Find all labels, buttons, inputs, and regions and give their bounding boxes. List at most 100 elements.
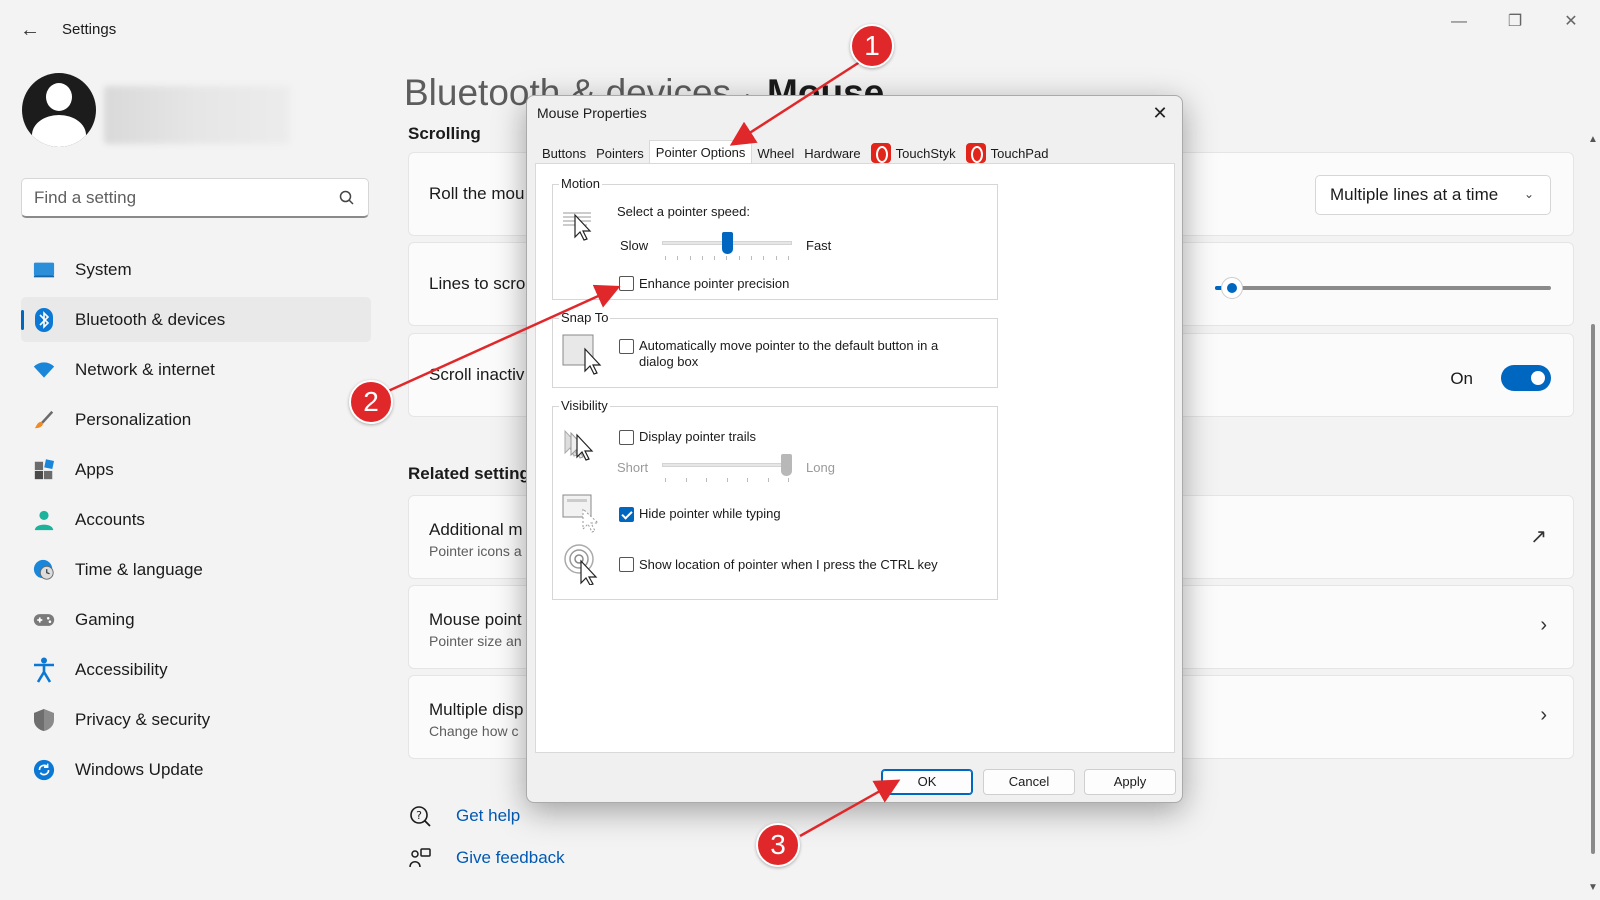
sidebar-item-label: Accounts	[75, 509, 145, 529]
close-window-icon[interactable]: ✕	[1548, 8, 1594, 36]
visibility-group: Visibility Display pointer trails Short …	[552, 398, 998, 600]
enhance-precision-checkbox[interactable]	[619, 276, 634, 291]
snap-to-label-line2[interactable]: dialog box	[639, 354, 698, 370]
pointer-trails-checkbox[interactable]	[619, 430, 634, 445]
get-help-label: Get help	[456, 806, 521, 825]
scrollbar[interactable]: ▲ ▼	[1586, 130, 1600, 900]
annotation-marker-2: 2	[349, 380, 393, 424]
apply-button[interactable]: Apply	[1084, 769, 1176, 795]
scroll-inactive-toggle[interactable]	[1501, 365, 1551, 391]
trails-length-slider	[662, 463, 792, 467]
clock-globe-icon	[33, 559, 55, 581]
shield-icon	[33, 708, 55, 731]
scroll-mode-dropdown[interactable]: Multiple lines at a time ⌄	[1315, 175, 1551, 215]
cancel-button[interactable]: Cancel	[983, 769, 1075, 795]
tab-touchpad[interactable]: TouchPad	[961, 142, 1054, 164]
sidebar-item-network[interactable]: Network & internet	[21, 347, 371, 392]
hide-pointer-icon	[562, 494, 600, 533]
external-link-icon[interactable]: ↗	[1530, 524, 1547, 549]
sidebar-nav: System Bluetooth & devices Network & int…	[21, 247, 371, 797]
tab-label: TouchStyk	[895, 145, 956, 161]
system-icon	[33, 259, 55, 281]
tab-label: TouchPad	[990, 145, 1049, 161]
scroll-thumb[interactable]	[1591, 324, 1595, 854]
setting-title: Lines to scro	[429, 274, 526, 293]
snap-to-group: Snap To Automatically move pointer to th…	[552, 310, 998, 388]
sidebar-item-label: Gaming	[75, 609, 135, 629]
fast-label: Fast	[806, 238, 832, 253]
slider-ticks	[665, 478, 789, 482]
accessibility-icon	[33, 657, 55, 683]
trails-length-thumb	[781, 454, 792, 476]
scroll-down-icon[interactable]: ▼	[1588, 882, 1598, 893]
snap-to-checkbox[interactable]	[619, 339, 634, 354]
tab-touchstyk[interactable]: TouchStyk	[866, 142, 961, 164]
sidebar-item-personalization[interactable]: Personalization	[21, 397, 371, 442]
ctrl-locate-checkbox[interactable]	[619, 557, 634, 572]
restore-icon[interactable]: ❐	[1492, 8, 1538, 36]
search-box[interactable]	[21, 178, 369, 218]
section-scrolling: Scrolling	[408, 124, 481, 143]
slider-thumb[interactable]	[1220, 277, 1243, 299]
setting-title: Roll the mou	[429, 184, 525, 203]
annotation-marker-3: 3	[756, 823, 800, 867]
sidebar-item-privacy[interactable]: Privacy & security	[21, 697, 371, 742]
feedback-icon	[408, 846, 432, 870]
enhance-precision-label[interactable]: Enhance pointer precision	[639, 276, 789, 292]
sidebar-item-windows-update[interactable]: Windows Update	[21, 747, 371, 792]
snap-to-label-line1[interactable]: Automatically move pointer to the defaul…	[639, 338, 938, 354]
apps-icon	[33, 458, 55, 481]
tab-buttons[interactable]: Buttons	[537, 142, 591, 164]
hide-pointer-label[interactable]: Hide pointer while typing	[639, 506, 781, 522]
minimize-icon[interactable]: —	[1436, 8, 1482, 36]
sidebar-item-bluetooth[interactable]: Bluetooth & devices	[21, 297, 371, 342]
sidebar-item-system[interactable]: System	[21, 247, 371, 292]
sidebar-item-accessibility[interactable]: Accessibility	[21, 647, 371, 692]
dialog-tabs: Buttons Pointers Pointer Options Wheel H…	[537, 140, 1053, 164]
annotation-marker-1: 1	[850, 24, 894, 68]
give-feedback-label: Give feedback	[456, 848, 565, 867]
profile-name-blurred	[104, 86, 290, 144]
svg-text:?: ?	[416, 809, 422, 822]
lines-slider[interactable]	[1215, 277, 1551, 299]
pointer-trails-label[interactable]: Display pointer trails	[639, 429, 756, 445]
tab-wheel[interactable]: Wheel	[752, 142, 799, 164]
search-icon[interactable]	[338, 189, 356, 207]
sidebar-item-accounts[interactable]: Accounts	[21, 497, 371, 542]
tab-pointer-options[interactable]: Pointer Options	[648, 140, 753, 164]
close-icon[interactable]: ✕	[1138, 96, 1182, 130]
help-icon: ?	[408, 804, 432, 828]
sidebar-item-gaming[interactable]: Gaming	[21, 597, 371, 642]
ok-button[interactable]: OK	[881, 769, 973, 795]
pointer-speed-thumb[interactable]	[721, 232, 733, 254]
get-help-link[interactable]: ? Get help	[408, 804, 520, 828]
motion-group: Motion Select a pointer speed: Slow Fast…	[552, 176, 998, 300]
tab-hardware[interactable]: Hardware	[799, 142, 865, 164]
speed-label: Select a pointer speed:	[617, 204, 750, 219]
dialog-title: Mouse Properties	[537, 105, 647, 121]
app-title: Settings	[62, 21, 117, 38]
give-feedback-link[interactable]: Give feedback	[408, 846, 565, 870]
chevron-right-icon[interactable]: ›	[1540, 614, 1547, 637]
ctrl-locate-label[interactable]: Show location of pointer when I press th…	[639, 557, 938, 573]
setting-title: Additional m	[429, 520, 523, 539]
chevron-right-icon[interactable]: ›	[1540, 704, 1547, 727]
sidebar-item-label: Apps	[75, 459, 114, 479]
toggle-state-label: On	[1450, 369, 1473, 388]
slow-label: Slow	[620, 238, 649, 253]
back-arrow-icon[interactable]: ←	[18, 18, 42, 42]
pointer-speed-icon	[563, 212, 592, 241]
wifi-icon	[33, 359, 55, 381]
sidebar-item-apps[interactable]: Apps	[21, 447, 371, 492]
hide-pointer-checkbox[interactable]	[619, 507, 634, 522]
setting-subtitle: Change how c	[429, 723, 519, 739]
section-related-settings: Related setting	[408, 464, 530, 483]
sidebar-item-label: Time & language	[75, 559, 203, 579]
mouse-properties-dialog: Mouse Properties ✕ Buttons Pointers Poin…	[526, 95, 1183, 803]
avatar	[22, 73, 96, 147]
tab-pointers[interactable]: Pointers	[591, 142, 649, 164]
scroll-up-icon[interactable]: ▲	[1588, 134, 1598, 145]
sidebar-item-time-language[interactable]: Time & language	[21, 547, 371, 592]
chevron-down-icon: ⌄	[1523, 187, 1534, 201]
search-input[interactable]	[34, 187, 324, 209]
